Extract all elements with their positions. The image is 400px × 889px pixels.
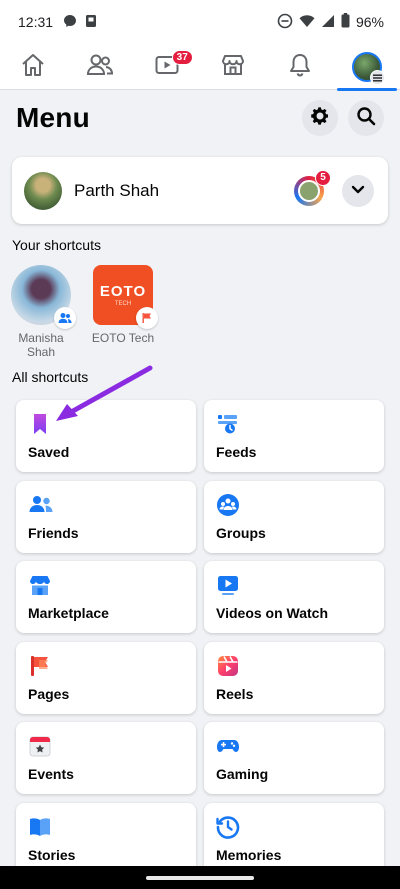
book-icon: [28, 815, 52, 839]
shortcut-stories[interactable]: Stories: [16, 803, 196, 875]
tab-watch[interactable]: 37: [134, 44, 200, 90]
shortcut-videos-on-watch[interactable]: Videos on Watch: [204, 561, 384, 633]
friends-icon: [86, 52, 114, 83]
tab-home[interactable]: [0, 44, 66, 90]
tile-label: Reels: [216, 686, 254, 702]
tile-label: Friends: [28, 525, 79, 541]
chevron-down-icon: [351, 182, 365, 200]
shortcut-eoto-tech[interactable]: EOTO TECH EOTO Tech: [83, 265, 163, 345]
wifi-icon: [299, 14, 315, 31]
tile-label: Memories: [216, 847, 282, 863]
your-shortcuts-heading: Your shortcuts: [12, 237, 101, 253]
messenger-notification-icon: [63, 14, 77, 31]
search-button[interactable]: [348, 100, 384, 136]
signal-icon: [321, 14, 335, 31]
shortcut-feeds[interactable]: Feeds: [204, 400, 384, 472]
home-gesture-handle[interactable]: [146, 875, 254, 880]
dnd-icon: [277, 13, 293, 32]
tile-label: Stories: [28, 847, 76, 863]
groups-icon: [216, 493, 240, 517]
search-icon: [356, 106, 376, 131]
tile-label: Groups: [216, 525, 266, 541]
profile-card[interactable]: Parth Shah 5: [12, 157, 388, 224]
tile-label: Gaming: [216, 766, 269, 782]
tab-notifications[interactable]: [267, 44, 333, 90]
friends-badge-icon: [54, 307, 76, 329]
shortcut-gaming[interactable]: Gaming: [204, 722, 384, 794]
marketplace-icon: [28, 573, 52, 597]
friends-icon: [28, 493, 53, 517]
menu-header: Menu: [0, 91, 400, 145]
watch-icon: [216, 573, 240, 597]
tab-menu[interactable]: [334, 44, 400, 91]
battery-percent: 96%: [355, 14, 384, 30]
feeds-icon: [216, 412, 240, 436]
tab-marketplace[interactable]: [200, 44, 266, 90]
battery-icon: [341, 13, 350, 31]
shortcut-groups[interactable]: Groups: [204, 481, 384, 553]
watch-badge: 37: [171, 50, 193, 65]
shortcut-pages[interactable]: Pages: [16, 642, 196, 714]
clock-icon: [216, 815, 240, 839]
shortcut-label-line1: Manisha: [18, 331, 64, 345]
tile-label: Marketplace: [28, 605, 109, 621]
flag-badge-icon: [136, 307, 158, 329]
page-logo: EOTO TECH: [93, 265, 158, 329]
system-nav-bar: [0, 866, 400, 889]
status-time: 12:31: [18, 14, 54, 30]
marketplace-icon: [220, 52, 246, 83]
logo-text: EOTO: [99, 283, 147, 300]
shortcut-events[interactable]: Events: [16, 722, 196, 794]
bell-icon: [288, 52, 312, 83]
status-bar: 12:31 96%: [0, 0, 400, 44]
tab-friends[interactable]: [67, 44, 133, 90]
profile-name: Parth Shah: [74, 180, 160, 200]
shortcut-reels[interactable]: Reels: [204, 642, 384, 714]
tile-label: Saved: [28, 444, 70, 460]
flag-icon: [28, 654, 52, 678]
annotation-arrow-icon: [56, 365, 153, 421]
profile-switcher-button[interactable]: 5: [294, 169, 331, 206]
gear-icon: [310, 106, 330, 131]
gamepad-icon: [216, 734, 240, 758]
top-tab-bar: 37: [0, 44, 400, 91]
home-icon: [20, 52, 46, 83]
shortcut-manisha-shah[interactable]: Manisha Shah: [1, 265, 81, 359]
tile-label: Feeds: [216, 444, 257, 460]
shortcut-label: EOTO Tech: [91, 331, 155, 345]
expand-accounts-button[interactable]: [342, 174, 374, 207]
friend-avatar: [11, 265, 76, 329]
hamburger-icon: [369, 70, 385, 85]
avatar: [24, 171, 62, 210]
tile-label: Events: [28, 766, 74, 782]
calendar-icon: [28, 734, 52, 758]
settings-button[interactable]: [302, 100, 338, 136]
reels-icon: [216, 654, 240, 678]
shortcut-label-line2: Shah: [26, 345, 56, 359]
shortcut-marketplace[interactable]: Marketplace: [16, 561, 196, 633]
shortcut-memories[interactable]: Memories: [204, 803, 384, 875]
tile-label: Pages: [28, 686, 70, 702]
profile-menu-icon: [351, 52, 385, 85]
notification-badge: 5: [315, 169, 331, 186]
logo-subtext: TECH: [114, 301, 132, 307]
app-notification-icon: [85, 14, 97, 31]
tile-label: Videos on Watch: [216, 605, 329, 621]
page-title: Menu: [16, 102, 90, 133]
shortcut-friends[interactable]: Friends: [16, 481, 196, 553]
